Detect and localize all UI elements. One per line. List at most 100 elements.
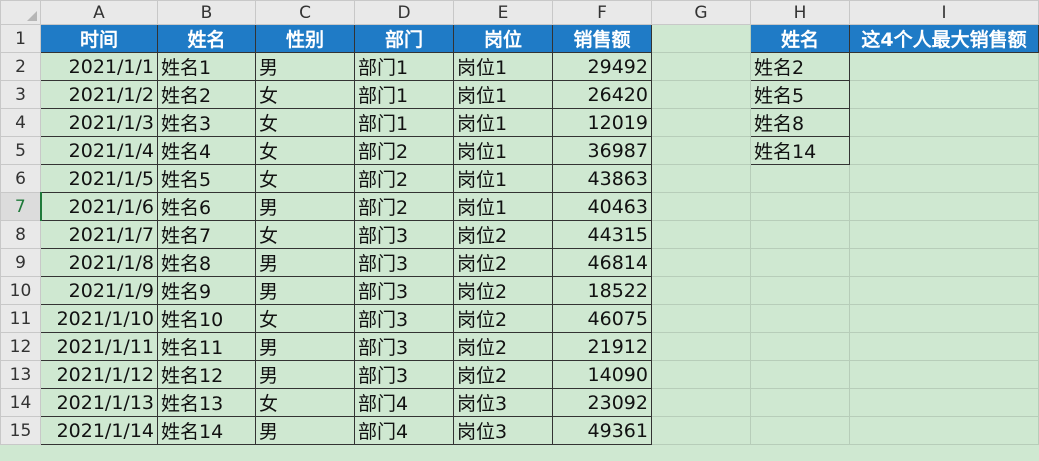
table-cell[interactable]: 部门4	[354, 388, 454, 417]
cell-I2[interactable]	[849, 52, 1039, 81]
cell-H14[interactable]	[750, 388, 850, 417]
table-header-cell[interactable]: 姓名	[157, 24, 256, 53]
lookup-name-cell[interactable]: 姓名8	[750, 108, 850, 137]
cell-G1[interactable]	[651, 24, 751, 53]
table-cell[interactable]: 2021/1/3	[40, 108, 158, 137]
row-header-7[interactable]: 7	[0, 192, 41, 221]
cell-H6[interactable]	[750, 164, 850, 193]
row-header-5[interactable]: 5	[0, 136, 41, 165]
lookup-name-cell[interactable]: 姓名2	[750, 52, 850, 81]
table-cell[interactable]: 女	[255, 220, 355, 249]
table-cell[interactable]: 2021/1/8	[40, 248, 158, 277]
table-cell[interactable]: 女	[255, 136, 355, 165]
row-header-3[interactable]: 3	[0, 80, 41, 109]
row-header-8[interactable]: 8	[0, 220, 41, 249]
table-cell[interactable]: 部门3	[354, 220, 454, 249]
table-cell[interactable]: 14090	[552, 360, 652, 389]
table-cell[interactable]: 部门1	[354, 52, 454, 81]
table-cell[interactable]: 姓名2	[157, 80, 256, 109]
cell-I15[interactable]	[849, 416, 1039, 445]
column-header-G[interactable]: G	[651, 0, 751, 25]
table-cell[interactable]: 部门1	[354, 108, 454, 137]
cell-H9[interactable]	[750, 248, 850, 277]
table-cell[interactable]: 岗位3	[453, 416, 553, 445]
cell-H13[interactable]	[750, 360, 850, 389]
table-cell[interactable]: 岗位1	[453, 108, 553, 137]
table-cell[interactable]: 女	[255, 388, 355, 417]
table-cell[interactable]: 男	[255, 276, 355, 305]
table-cell[interactable]: 2021/1/14	[40, 416, 158, 445]
select-all-corner[interactable]	[0, 0, 41, 25]
table-cell[interactable]: 男	[255, 52, 355, 81]
table-cell[interactable]: 姓名12	[157, 360, 256, 389]
table-cell[interactable]: 26420	[552, 80, 652, 109]
table-cell[interactable]: 2021/1/11	[40, 332, 158, 361]
table-cell[interactable]: 2021/1/4	[40, 136, 158, 165]
row-header-4[interactable]: 4	[0, 108, 41, 137]
row-header-2[interactable]: 2	[0, 52, 41, 81]
lookup-header-result[interactable]: 这4个人最大销售额	[849, 24, 1039, 53]
table-cell[interactable]: 2021/1/7	[40, 220, 158, 249]
table-cell[interactable]: 姓名4	[157, 136, 256, 165]
cell-G5[interactable]	[651, 136, 751, 165]
cell-G12[interactable]	[651, 332, 751, 361]
table-cell[interactable]: 部门3	[354, 248, 454, 277]
row-header-1[interactable]: 1	[0, 24, 41, 53]
table-cell[interactable]: 部门2	[354, 192, 454, 221]
table-cell[interactable]: 岗位1	[453, 80, 553, 109]
table-cell[interactable]: 男	[255, 360, 355, 389]
table-cell[interactable]: 女	[255, 164, 355, 193]
table-cell[interactable]: 岗位2	[453, 220, 553, 249]
cell-G10[interactable]	[651, 276, 751, 305]
table-cell[interactable]: 2021/1/9	[40, 276, 158, 305]
table-cell[interactable]: 43863	[552, 164, 652, 193]
table-cell[interactable]: 49361	[552, 416, 652, 445]
cell-G6[interactable]	[651, 164, 751, 193]
table-cell[interactable]: 岗位1	[453, 192, 553, 221]
cell-I6[interactable]	[849, 164, 1039, 193]
column-header-A[interactable]: A	[40, 0, 158, 25]
table-cell[interactable]: 岗位1	[453, 52, 553, 81]
table-cell[interactable]: 女	[255, 108, 355, 137]
table-cell[interactable]: 男	[255, 416, 355, 445]
table-header-cell[interactable]: 销售额	[552, 24, 652, 53]
column-header-D[interactable]: D	[354, 0, 454, 25]
table-cell[interactable]: 部门3	[354, 276, 454, 305]
lookup-header-name[interactable]: 姓名	[750, 24, 850, 53]
table-cell[interactable]: 44315	[552, 220, 652, 249]
table-cell[interactable]: 岗位2	[453, 276, 553, 305]
cell-I8[interactable]	[849, 220, 1039, 249]
table-cell[interactable]: 岗位2	[453, 360, 553, 389]
table-cell[interactable]: 部门3	[354, 332, 454, 361]
column-header-F[interactable]: F	[552, 0, 652, 25]
table-cell[interactable]: 21912	[552, 332, 652, 361]
row-header-14[interactable]: 14	[0, 388, 41, 417]
table-cell[interactable]: 男	[255, 248, 355, 277]
table-cell[interactable]: 2021/1/6	[39, 192, 158, 221]
table-cell[interactable]: 姓名7	[157, 220, 256, 249]
cell-I9[interactable]	[849, 248, 1039, 277]
table-cell[interactable]: 姓名3	[157, 108, 256, 137]
table-cell[interactable]: 女	[255, 80, 355, 109]
table-cell[interactable]: 岗位1	[453, 136, 553, 165]
cell-G8[interactable]	[651, 220, 751, 249]
table-cell[interactable]: 29492	[552, 52, 652, 81]
column-header-I[interactable]: I	[849, 0, 1039, 25]
table-cell[interactable]: 部门4	[354, 416, 454, 445]
cell-I4[interactable]	[849, 108, 1039, 137]
row-header-11[interactable]: 11	[0, 304, 41, 333]
cell-G11[interactable]	[651, 304, 751, 333]
table-cell[interactable]: 46075	[552, 304, 652, 333]
table-cell[interactable]: 23092	[552, 388, 652, 417]
table-cell[interactable]: 男	[255, 192, 355, 221]
cell-I11[interactable]	[849, 304, 1039, 333]
column-header-B[interactable]: B	[157, 0, 256, 25]
cell-H10[interactable]	[750, 276, 850, 305]
table-cell[interactable]: 姓名9	[157, 276, 256, 305]
row-header-12[interactable]: 12	[0, 332, 41, 361]
table-cell[interactable]: 岗位2	[453, 304, 553, 333]
table-cell[interactable]: 部门3	[354, 360, 454, 389]
cell-H8[interactable]	[750, 220, 850, 249]
column-header-H[interactable]: H	[750, 0, 850, 25]
table-cell[interactable]: 岗位2	[453, 332, 553, 361]
